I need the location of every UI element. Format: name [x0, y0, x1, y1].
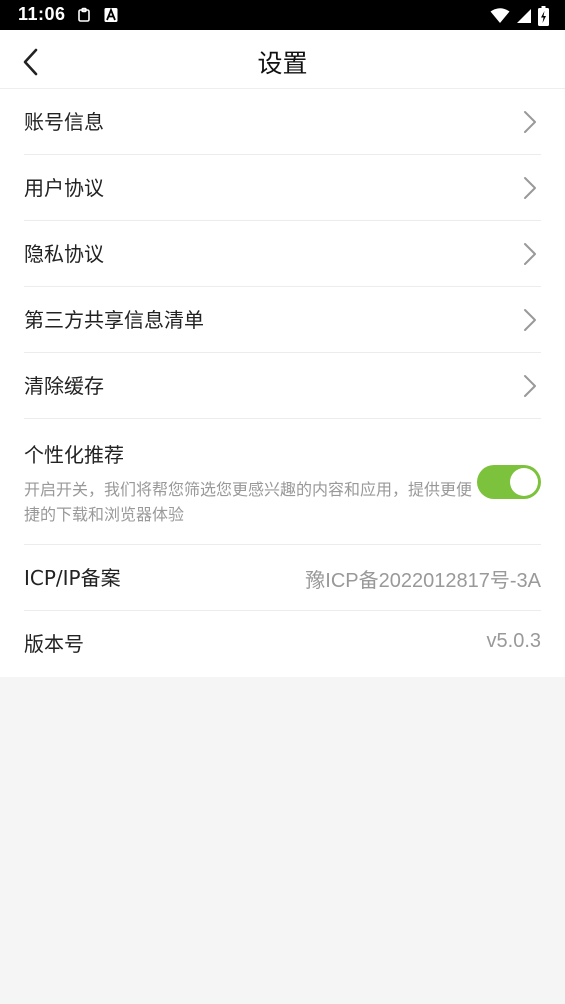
menu-item-label: 隐私协议	[24, 242, 104, 266]
chevron-right-icon	[524, 375, 536, 397]
menu-item-label: 账号信息	[24, 110, 104, 134]
icp-value: 豫ICP备2022012817号-3A	[305, 570, 541, 592]
personalized-toggle[interactable]	[477, 465, 541, 499]
chevron-right-icon	[524, 243, 536, 265]
menu-item-user-agreement[interactable]: 用户协议	[24, 155, 541, 221]
signal-icon	[516, 8, 532, 28]
chevron-right-icon	[524, 111, 536, 133]
version-label: 版本号	[24, 632, 84, 656]
page-title: 设置	[257, 49, 308, 78]
version-row: 版本号 v5.0.3	[24, 611, 541, 677]
menu-item-privacy-agreement[interactable]: 隐私协议	[24, 221, 541, 287]
menu-item-label: 用户协议	[24, 176, 104, 200]
personalized-label: 个性化推荐	[24, 443, 124, 467]
battery-charging-icon	[538, 6, 549, 30]
menu-item-account-info[interactable]: 账号信息	[24, 89, 541, 155]
status-time: 11:06	[18, 4, 66, 24]
personalized-recommendation-row: 个性化推荐 开启开关，我们将帮您筛选您更感兴趣的内容和应用，提供更便捷的下载和浏…	[24, 419, 541, 545]
clipboard-icon	[76, 7, 92, 27]
icp-label: ICP/IP备案	[24, 566, 121, 590]
nav-bar: 设置	[0, 30, 565, 89]
chevron-right-icon	[524, 309, 536, 331]
toggle-knob	[510, 468, 538, 496]
menu-item-clear-cache[interactable]: 清除缓存	[24, 353, 541, 419]
chevron-right-icon	[524, 177, 536, 199]
status-system-icons	[490, 6, 549, 30]
status-notification-icons	[76, 7, 118, 27]
icp-filing-row: ICP/IP备案 豫ICP备2022012817号-3A	[24, 545, 541, 611]
font-a-icon	[104, 7, 118, 27]
settings-list: 账号信息 用户协议 隐私协议 第三方共享信息清单 清除缓存 个性化推荐 开启开关…	[0, 89, 565, 677]
wifi-icon	[490, 8, 510, 28]
menu-item-label: 清除缓存	[24, 374, 104, 398]
status-bar: 11:06	[0, 0, 565, 30]
version-value: v5.0.3	[486, 630, 541, 652]
menu-item-label: 第三方共享信息清单	[24, 308, 204, 332]
menu-item-third-party-sharing[interactable]: 第三方共享信息清单	[24, 287, 541, 353]
personalized-description: 开启开关，我们将帮您筛选您更感兴趣的内容和应用，提供更便捷的下载和浏览器体验	[24, 480, 473, 524]
